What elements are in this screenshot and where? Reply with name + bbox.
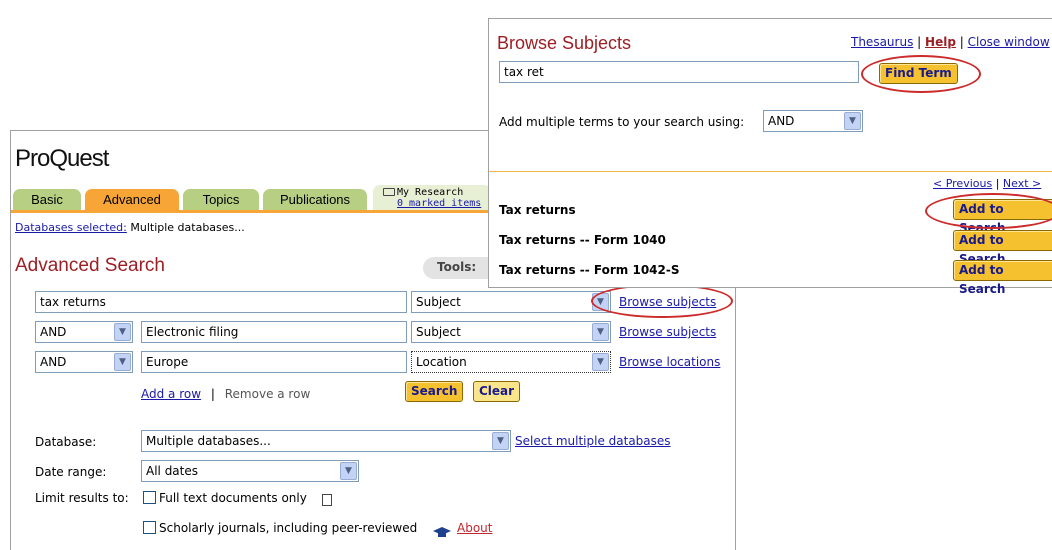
multiple-terms-operator-value: AND [768,114,795,128]
search-button[interactable]: Search [405,381,464,402]
marked-items-link[interactable]: 0 marked items [397,198,491,209]
folder-icon [383,188,395,196]
search-term-input-3[interactable]: Europe [141,351,407,373]
date-range-label: Date range: [35,465,107,479]
remove-row-text: Remove a row [224,387,311,401]
document-icon [322,494,332,506]
field-select-1[interactable]: Subject ▼ [411,291,611,313]
thesaurus-link[interactable]: Thesaurus [851,35,913,49]
chevron-down-icon[interactable]: ▼ [114,323,131,341]
tab-basic[interactable]: Basic [13,189,81,211]
popup-links-separator: | [959,35,964,49]
date-range-select[interactable]: All dates ▼ [141,460,359,482]
full-text-checkbox[interactable] [143,491,156,504]
add-to-search-button-2[interactable]: Add to Search [953,230,1052,266]
databases-selected-value: Multiple databases... [130,221,245,234]
term-label-3: Tax returns -- Form 1042-S [499,263,680,277]
add-to-search-button-3[interactable]: Add to Search [953,260,1052,296]
chevron-down-icon[interactable]: ▼ [592,353,609,371]
operator-select-3-value: AND [40,355,67,369]
operator-select-2[interactable]: AND ▼ [35,321,133,343]
popup-links-separator: | [917,35,922,49]
scholarly-checkbox[interactable] [143,521,156,534]
search-term-input-2[interactable]: Electronic filing [141,321,407,343]
subject-search-input[interactable]: tax ret [499,61,859,83]
browse-subjects-link-2[interactable]: Browse subjects [619,325,716,339]
term-label-2: Tax returns -- Form 1040 [499,233,666,247]
operator-select-2-value: AND [40,325,67,339]
proquest-logo: ProQuest [15,145,109,172]
next-link[interactable]: Next > [1003,177,1041,190]
browse-subjects-link-1[interactable]: Browse subjects [619,295,716,309]
chevron-down-icon[interactable]: ▼ [592,323,609,341]
pager-separator: | [995,177,1000,190]
database-select-value: Multiple databases... [146,434,271,448]
date-range-select-value: All dates [146,464,199,478]
popup-divider [489,171,1052,172]
help-link[interactable]: Help [925,35,956,49]
chevron-down-icon[interactable]: ▼ [492,432,509,450]
database-select[interactable]: Multiple databases... ▼ [141,430,511,452]
row-controls-separator: | [210,387,215,401]
previous-link[interactable]: < Previous [933,177,992,190]
clear-button[interactable]: Clear [473,381,521,402]
search-term-input-1[interactable]: tax returns [35,291,407,313]
close-window-link[interactable]: Close window [968,35,1050,49]
field-select-3[interactable]: Location ▼ [411,351,611,373]
add-to-search-button-1[interactable]: Add to Search [953,199,1052,235]
pager: < Previous | Next > [933,177,1041,190]
scholarly-label: Scholarly journals, including peer-revie… [159,521,418,535]
field-select-2-value: Subject [416,325,461,339]
browse-locations-link[interactable]: Browse locations [619,355,720,369]
chevron-down-icon[interactable]: ▼ [592,293,609,311]
add-row-link[interactable]: Add a row [141,387,201,401]
field-select-1-value: Subject [416,295,461,309]
about-link[interactable]: About [457,521,492,535]
database-label: Database: [35,435,97,449]
graduation-cap-icon [433,527,451,537]
popup-header-links: Thesaurus | Help | Close window [851,35,1050,49]
find-term-button[interactable]: Find Term [879,63,958,84]
chevron-down-icon[interactable]: ▼ [844,112,861,130]
databases-selected: Databases selected: Multiple databases..… [15,221,245,234]
field-select-3-value: Location [416,355,467,369]
my-research-label: My Research [397,187,464,198]
multiple-terms-operator-select[interactable]: AND ▼ [763,110,863,132]
tab-advanced[interactable]: Advanced [85,189,179,211]
term-label-1: Tax returns [499,203,576,217]
row-controls: Add a row | Remove a row [141,387,310,401]
page-title: Advanced Search [15,255,165,276]
logo-q-glyph: Q [49,145,68,172]
databases-selected-link[interactable]: Databases selected: [15,221,127,234]
chevron-down-icon[interactable]: ▼ [114,353,131,371]
chevron-down-icon[interactable]: ▼ [340,462,357,480]
limit-results-label: Limit results to: [35,491,129,505]
operator-select-3[interactable]: AND ▼ [35,351,133,373]
tab-publications[interactable]: Publications [263,189,367,211]
browse-subjects-popup: Browse Subjects Thesaurus | Help | Close… [488,18,1052,296]
select-multiple-databases-link[interactable]: Select multiple databases [515,434,671,448]
tools-label: Tools: [437,260,477,274]
tab-my-research[interactable]: My Research 0 marked items [373,185,491,211]
popup-title: Browse Subjects [497,33,632,53]
tab-topics[interactable]: Topics [183,189,259,211]
multiple-terms-label: Add multiple terms to your search using: [499,115,745,129]
field-select-2[interactable]: Subject ▼ [411,321,611,343]
full-text-label: Full text documents only [159,491,307,505]
